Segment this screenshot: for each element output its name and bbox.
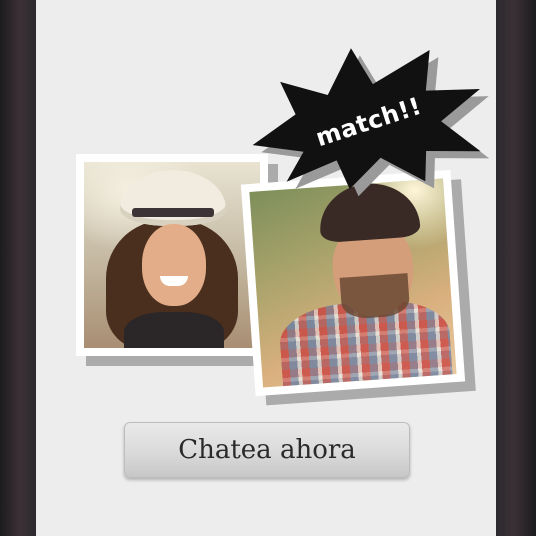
chat-now-button[interactable]: Chatea ahora	[124, 422, 410, 478]
device-frame-right	[496, 0, 536, 536]
device-frame-left	[0, 0, 36, 536]
hat-shape	[120, 170, 226, 226]
chat-now-label: Chatea ahora	[178, 435, 356, 465]
man-photo-image	[249, 178, 457, 388]
match-screen: match!! Chatea ahora	[36, 0, 496, 536]
man-profile-photo	[240, 169, 466, 397]
